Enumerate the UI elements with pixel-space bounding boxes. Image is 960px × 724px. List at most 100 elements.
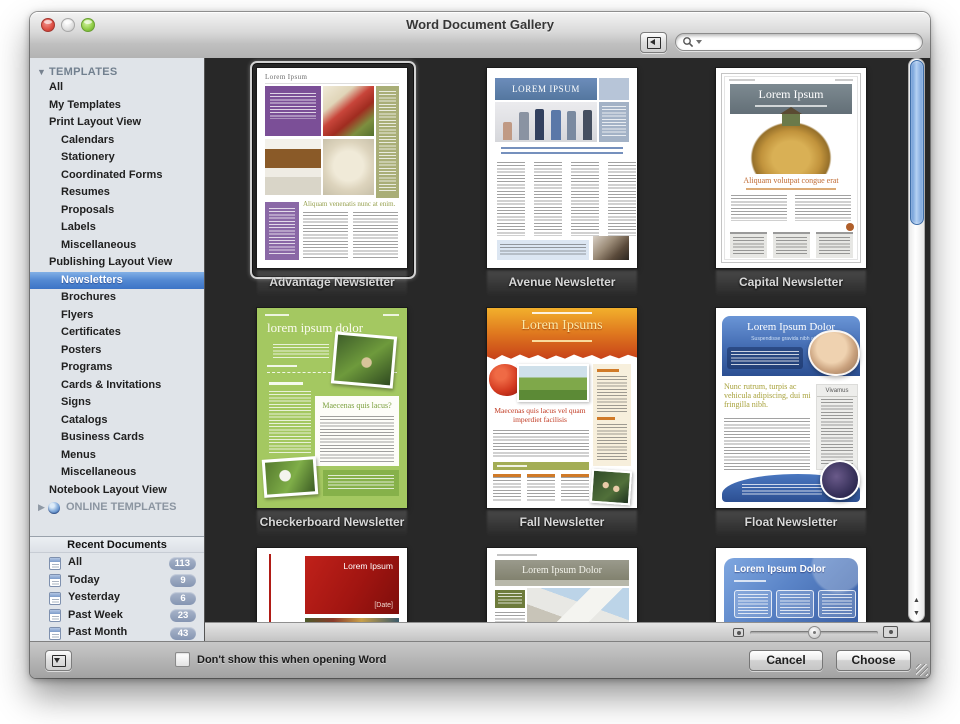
sidebar-item-online-templates[interactable]: ▶ONLINE TEMPLATES bbox=[30, 499, 204, 517]
disclosure-triangle-icon: ▼ bbox=[37, 64, 46, 80]
templates-header-label: TEMPLATES bbox=[49, 64, 118, 80]
sidebar-item-my-templates[interactable]: My Templates bbox=[30, 97, 204, 115]
count-badge: 9 bbox=[170, 574, 196, 587]
template-name: Avenue Newsletter bbox=[474, 275, 650, 289]
globe-icon bbox=[48, 502, 60, 514]
document-icon bbox=[49, 627, 61, 640]
photo-cake bbox=[265, 139, 321, 195]
sidebar-item-stationery[interactable]: Stationery bbox=[30, 149, 204, 167]
sidebar-item-proposals[interactable]: Proposals bbox=[30, 202, 204, 220]
template-card-checkerboard-newsletter[interactable]: lorem ipsum dolor Maecenas quis lacus? C… bbox=[254, 308, 410, 550]
document-icon bbox=[49, 557, 61, 570]
recent-documents-list: All 113 Today 9 Yesterday 6 Past Week 23… bbox=[30, 554, 204, 641]
sidebar-item-newsletters[interactable]: Newsletters bbox=[30, 272, 204, 290]
template-name: Capital Newsletter bbox=[703, 275, 879, 289]
search-input[interactable] bbox=[702, 35, 922, 49]
sidebar-item-coordinated-forms[interactable]: Coordinated Forms bbox=[30, 167, 204, 185]
document-icon bbox=[49, 574, 61, 587]
template-thumbnail: LOREM IPSUM bbox=[487, 68, 637, 268]
collapse-sidebar-button[interactable] bbox=[640, 32, 667, 53]
toggle-gallery-button[interactable] bbox=[45, 650, 72, 671]
scrollbar-thumb[interactable] bbox=[910, 60, 924, 225]
count-badge: 23 bbox=[170, 609, 196, 622]
disclosure-triangle-right-icon: ▶ bbox=[38, 499, 45, 517]
recent-item-past-week[interactable]: Past Week 23 bbox=[30, 607, 204, 625]
photo-kids bbox=[517, 364, 589, 402]
template-thumbnail: Lorem Ipsum Aliquam venenatis nunc at en… bbox=[257, 68, 407, 268]
template-name: Fall Newsletter bbox=[474, 515, 650, 529]
sidebar-item-publishing-layout-view[interactable]: Publishing Layout View bbox=[30, 254, 204, 272]
recent-documents-header: Recent Documents bbox=[30, 536, 204, 553]
photo-circle bbox=[820, 460, 860, 500]
search-field[interactable] bbox=[675, 33, 923, 51]
sidebar-item-menus[interactable]: Menus bbox=[30, 447, 204, 465]
sidebar-item-catalogs[interactable]: Catalogs bbox=[30, 412, 204, 430]
template-card-avenue-newsletter[interactable]: LOREM IPSUM Avenue Newsletter bbox=[484, 68, 640, 310]
template-card-capital-newsletter[interactable]: Lorem Ipsum Aliquam volutpat congue erat… bbox=[713, 68, 869, 310]
sidebar-item-signs[interactable]: Signs bbox=[30, 394, 204, 412]
word-document-gallery-window: Word Document Gallery ▼ TEMPLATES All My… bbox=[30, 12, 930, 678]
scroll-up-arrow[interactable]: ▲ bbox=[908, 594, 925, 607]
recent-item-past-month[interactable]: Past Month 43 bbox=[30, 624, 204, 641]
small-thumbnail-icon bbox=[733, 628, 744, 637]
template-card-advantage-newsletter[interactable]: Lorem Ipsum Aliquam venenatis nunc at en… bbox=[254, 68, 410, 310]
sidebar-item-print-layout-view[interactable]: Print Layout View bbox=[30, 114, 204, 132]
sidebar-item-flyers[interactable]: Flyers bbox=[30, 307, 204, 325]
main-area: ▼ TEMPLATES All My Templates Print Layou… bbox=[30, 58, 930, 641]
sidebar-item-all[interactable]: All bbox=[30, 79, 204, 97]
dont-show-row: Don't show this when opening Word bbox=[175, 652, 386, 667]
scroll-down-arrow[interactable]: ▼ bbox=[908, 607, 925, 620]
thumbnail-size-bar bbox=[205, 622, 930, 641]
recent-item-yesterday[interactable]: Yesterday 6 bbox=[30, 589, 204, 607]
sidebar-item-cards-invitations[interactable]: Cards & Invitations bbox=[30, 377, 204, 395]
photo-people bbox=[495, 102, 597, 142]
choose-button[interactable]: Choose bbox=[836, 650, 911, 671]
sidebar-item-notebook-layout-view[interactable]: Notebook Layout View bbox=[30, 482, 204, 500]
template-thumbnail: Lorem Ipsums Maecenas quis lacus vel qua… bbox=[487, 308, 637, 508]
dont-show-label: Don't show this when opening Word bbox=[197, 654, 386, 666]
chevron-down-icon bbox=[52, 655, 66, 667]
template-name: Checkerboard Newsletter bbox=[244, 515, 420, 529]
slider-knob[interactable] bbox=[808, 626, 821, 639]
count-badge: 43 bbox=[170, 627, 196, 640]
desktop: Word Document Gallery ▼ TEMPLATES All My… bbox=[0, 0, 960, 724]
photo-salad bbox=[323, 86, 374, 136]
count-badge: 6 bbox=[170, 592, 196, 605]
title-bar: Word Document Gallery bbox=[30, 12, 930, 59]
template-thumbnail: lorem ipsum dolor Maecenas quis lacus? bbox=[257, 308, 407, 508]
template-name: Float Newsletter bbox=[703, 515, 879, 529]
sidebar-item-certificates[interactable]: Certificates bbox=[30, 324, 204, 342]
thumbnail-size-slider[interactable] bbox=[750, 631, 878, 635]
sidebar-item-miscellaneous[interactable]: Miscellaneous bbox=[30, 237, 204, 255]
document-icon bbox=[49, 609, 61, 622]
sidebar-item-business-cards[interactable]: Business Cards bbox=[30, 429, 204, 447]
sidebar-item-miscellaneous[interactable]: Miscellaneous bbox=[30, 464, 204, 482]
gallery-scrollbar[interactable]: ▲ ▼ bbox=[908, 58, 925, 622]
document-icon bbox=[49, 592, 61, 605]
sidebar-item-posters[interactable]: Posters bbox=[30, 342, 204, 360]
template-card-float-newsletter[interactable]: Lorem Ipsum Dolor Suspendisse gravida ni… bbox=[713, 308, 869, 550]
photo-jungle bbox=[331, 331, 397, 388]
sidebar-item-brochures[interactable]: Brochures bbox=[30, 289, 204, 307]
count-badge: 113 bbox=[169, 557, 196, 570]
large-thumbnail-icon bbox=[883, 626, 898, 638]
house-icon bbox=[782, 114, 800, 126]
recent-item-all[interactable]: All 113 bbox=[30, 554, 204, 572]
sidebar-item-programs[interactable]: Programs bbox=[30, 359, 204, 377]
sidebar-item-labels[interactable]: Labels bbox=[30, 219, 204, 237]
recent-item-today[interactable]: Today 9 bbox=[30, 572, 204, 590]
search-icon bbox=[682, 36, 694, 48]
resize-grip[interactable] bbox=[916, 664, 928, 676]
photo-bird bbox=[262, 456, 319, 498]
cancel-button[interactable]: Cancel bbox=[749, 650, 823, 671]
dont-show-checkbox[interactable] bbox=[175, 652, 190, 667]
sidebar-item-calendars[interactable]: Calendars bbox=[30, 132, 204, 150]
templates-section-header[interactable]: ▼ TEMPLATES bbox=[30, 64, 204, 80]
sidebar-item-resumes[interactable]: Resumes bbox=[30, 184, 204, 202]
chevron-left-icon bbox=[647, 37, 661, 49]
template-gallery: Lorem Ipsum Aliquam venenatis nunc at en… bbox=[205, 58, 930, 641]
sidebar-templates-list: All My Templates Print Layout View Calen… bbox=[30, 79, 204, 517]
window-title: Word Document Gallery bbox=[30, 17, 930, 32]
template-card-fall-newsletter[interactable]: Lorem Ipsums Maecenas quis lacus vel qua… bbox=[484, 308, 640, 550]
template-thumbnail: Lorem Ipsum Aliquam volutpat congue erat bbox=[716, 68, 866, 268]
